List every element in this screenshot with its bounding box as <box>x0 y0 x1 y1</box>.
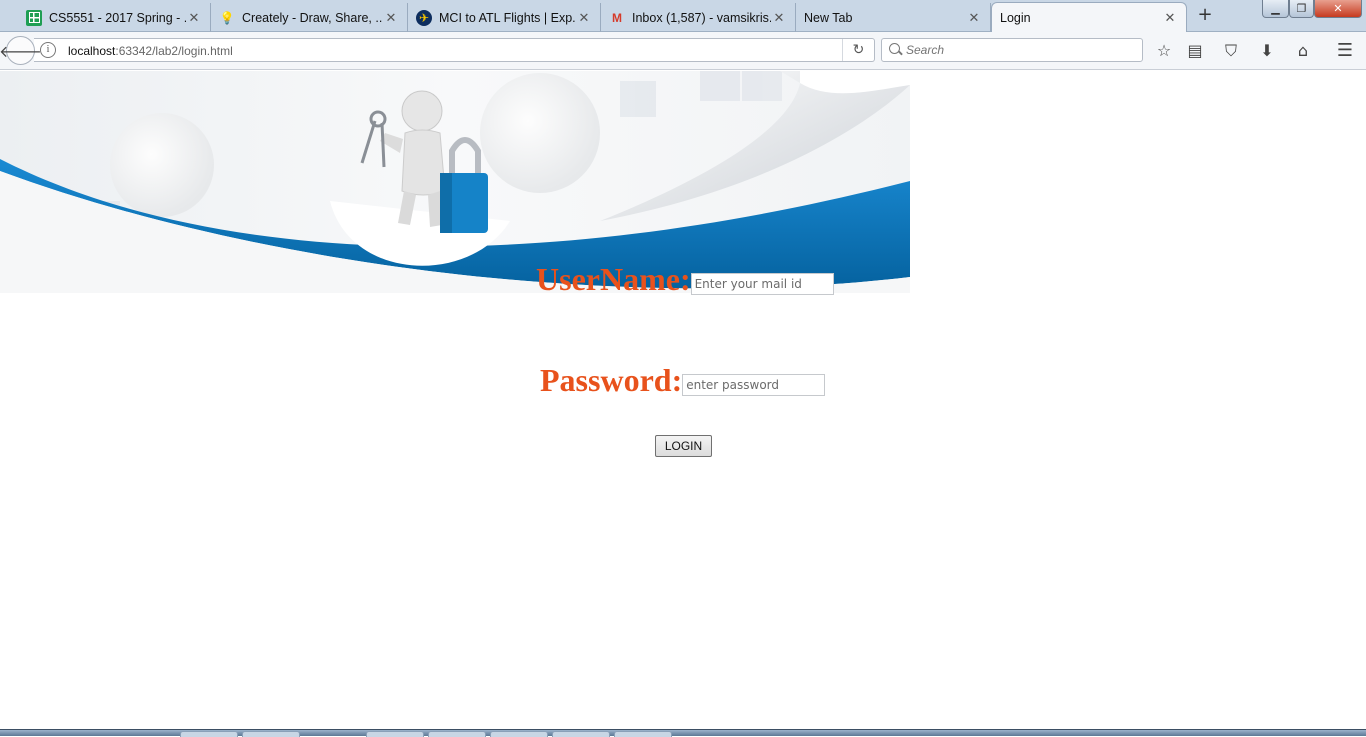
username-row: UserName: <box>536 263 834 295</box>
reload-icon[interactable]: ↻ <box>842 39 874 61</box>
back-button[interactable]: 🡐 <box>0 36 42 65</box>
info-icon[interactable]: i <box>40 42 56 58</box>
tab-title: Creately - Draw, Share, ... <box>242 10 383 25</box>
gmail-icon: M <box>612 10 622 25</box>
taskbar-item[interactable] <box>490 731 548 737</box>
tab-title: New Tab <box>804 10 853 25</box>
page-content: UserName: Password: LOGIN <box>0 71 1366 729</box>
bookmark-star-icon[interactable]: ☆ <box>1154 41 1174 61</box>
taskbar-item[interactable] <box>614 731 672 737</box>
username-label: UserName: <box>536 261 691 297</box>
tab-close-icon[interactable]: ✕ <box>1162 10 1178 26</box>
tab-close-icon[interactable]: ✕ <box>186 10 202 26</box>
home-icon[interactable]: ⌂ <box>1293 41 1313 61</box>
tab-cs5551[interactable]: CS5551 - 2017 Spring - ... ✕ <box>18 3 211 32</box>
password-label: Password: <box>540 362 683 398</box>
tab-strip: CS5551 - 2017 Spring - ... ✕ 💡 Creately … <box>0 0 1366 32</box>
password-row: Password: <box>540 362 826 398</box>
tab-new-tab[interactable]: New Tab ✕ <box>796 3 991 32</box>
back-arrow-icon: 🡐 <box>0 41 42 61</box>
url-text[interactable]: localhost:63342/lab2/login.html <box>68 44 233 58</box>
taskbar-item[interactable] <box>180 731 238 737</box>
login-button[interactable]: LOGIN <box>655 435 712 457</box>
expedia-plane-icon: ✈ <box>416 9 432 26</box>
tab-close-icon[interactable]: ✕ <box>966 10 982 26</box>
tab-login[interactable]: Login ✕ <box>991 2 1187 32</box>
tab-close-icon[interactable]: ✕ <box>383 10 399 26</box>
tab-title: Inbox (1,587) - vamsikris... <box>632 10 771 25</box>
lightbulb-icon: 💡 <box>219 10 235 25</box>
taskbar-item[interactable] <box>552 731 610 737</box>
nav-bar: i localhost:63342/lab2/login.html ↻ 🡐 ☆ … <box>0 32 1366 70</box>
tab-creately[interactable]: 💡 Creately - Draw, Share, ... ✕ <box>211 3 408 32</box>
pocket-icon[interactable]: ⛉ <box>1221 41 1241 61</box>
new-tab-button[interactable]: + <box>1195 5 1215 25</box>
tab-close-icon[interactable]: ✕ <box>576 10 592 26</box>
tab-title: MCI to ATL Flights | Exp... <box>439 10 576 25</box>
url-path: :63342/lab2/login.html <box>115 44 233 58</box>
menu-icon[interactable]: ☰ <box>1335 41 1355 61</box>
url-host: localhost <box>68 44 116 58</box>
banner-graphic <box>0 71 910 293</box>
taskbar-item[interactable] <box>428 731 486 737</box>
tab-expedia[interactable]: ✈ MCI to ATL Flights | Exp... ✕ <box>408 3 601 32</box>
search-bar[interactable] <box>881 38 1143 62</box>
taskbar-item[interactable] <box>366 731 424 737</box>
taskbar-item[interactable] <box>242 731 300 737</box>
tab-title: Login <box>1000 10 1031 25</box>
password-input[interactable] <box>682 374 826 396</box>
google-sheets-icon <box>26 9 42 26</box>
search-icon <box>889 43 900 54</box>
username-input[interactable] <box>690 273 834 295</box>
minimize-button[interactable]: ▁ <box>1262 0 1289 18</box>
maximize-button[interactable]: ❐ <box>1289 0 1314 18</box>
search-input[interactable] <box>906 42 1136 58</box>
close-window-button[interactable]: ✕ <box>1314 0 1362 18</box>
reading-list-icon[interactable]: ▤ <box>1185 41 1205 61</box>
login-banner-image <box>0 71 910 293</box>
download-icon[interactable]: ⬇ <box>1257 41 1277 61</box>
tab-title: CS5551 - 2017 Spring - ... <box>49 10 186 25</box>
windows-taskbar <box>0 729 1366 737</box>
url-bar[interactable]: i localhost:63342/lab2/login.html ↻ <box>34 38 875 62</box>
tab-gmail[interactable]: M Inbox (1,587) - vamsikris... ✕ <box>601 3 796 32</box>
tab-close-icon[interactable]: ✕ <box>771 10 787 26</box>
